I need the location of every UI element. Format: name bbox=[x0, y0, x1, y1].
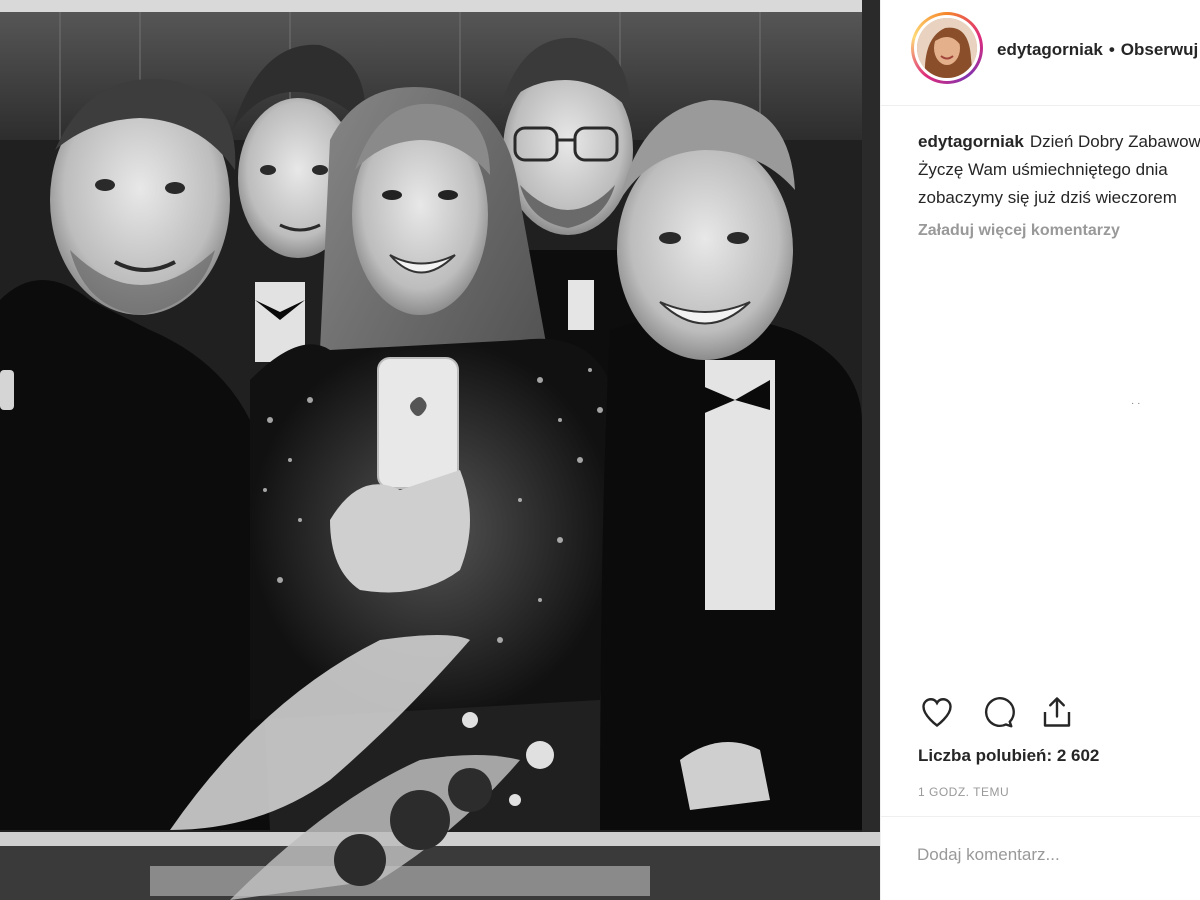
header-user-row: edytagorniak • Obserwuj bbox=[997, 40, 1198, 60]
decorative-dots: · · bbox=[1131, 398, 1141, 409]
heart-icon[interactable] bbox=[917, 692, 957, 732]
caption-username[interactable]: edytagorniak bbox=[918, 132, 1024, 151]
follow-button[interactable]: Obserwuj bbox=[1121, 40, 1198, 59]
comment-box bbox=[881, 816, 1200, 900]
header-username[interactable]: edytagorniak bbox=[997, 40, 1103, 59]
load-more-comments-button[interactable]: Załaduj więcej komentarzy bbox=[918, 222, 1120, 240]
post-side-panel: edytagorniak • Obserwuj edytagorniak Dzień … bbox=[880, 0, 1200, 900]
caption-line-1: edytagorniak Dzień Dobry Zabawowicze bbox=[918, 128, 1200, 156]
post-caption: edytagorniak Dzień Dobry Zabawowicze Życz… bbox=[918, 128, 1200, 212]
likes-count[interactable]: Liczba polubień: 2 602 bbox=[918, 746, 1099, 766]
post-actions bbox=[917, 692, 1077, 732]
avatar-inner-ring bbox=[914, 15, 980, 81]
avatar-photo bbox=[917, 18, 977, 78]
share-icon[interactable] bbox=[1037, 692, 1077, 732]
post-timestamp[interactable]: 1 GODZ. TEMU bbox=[918, 785, 1009, 799]
comment-bubble-icon[interactable] bbox=[977, 692, 1017, 732]
avatar-image bbox=[917, 18, 977, 78]
caption-text-2: Życzę Wam uśmiechniętego dnia bbox=[918, 160, 1168, 179]
post-photo[interactable] bbox=[0, 0, 880, 900]
avatar[interactable] bbox=[911, 12, 983, 84]
post-photo-image bbox=[0, 0, 880, 900]
caption-text-1: Dzień Dobry Zabawowicze bbox=[1029, 132, 1200, 151]
comment-input[interactable] bbox=[917, 839, 1177, 871]
post-header: edytagorniak • Obserwuj bbox=[881, 0, 1200, 106]
caption-text-3: zobaczymy się już dziś wieczorem bbox=[918, 188, 1177, 207]
header-separator: • bbox=[1108, 40, 1115, 59]
